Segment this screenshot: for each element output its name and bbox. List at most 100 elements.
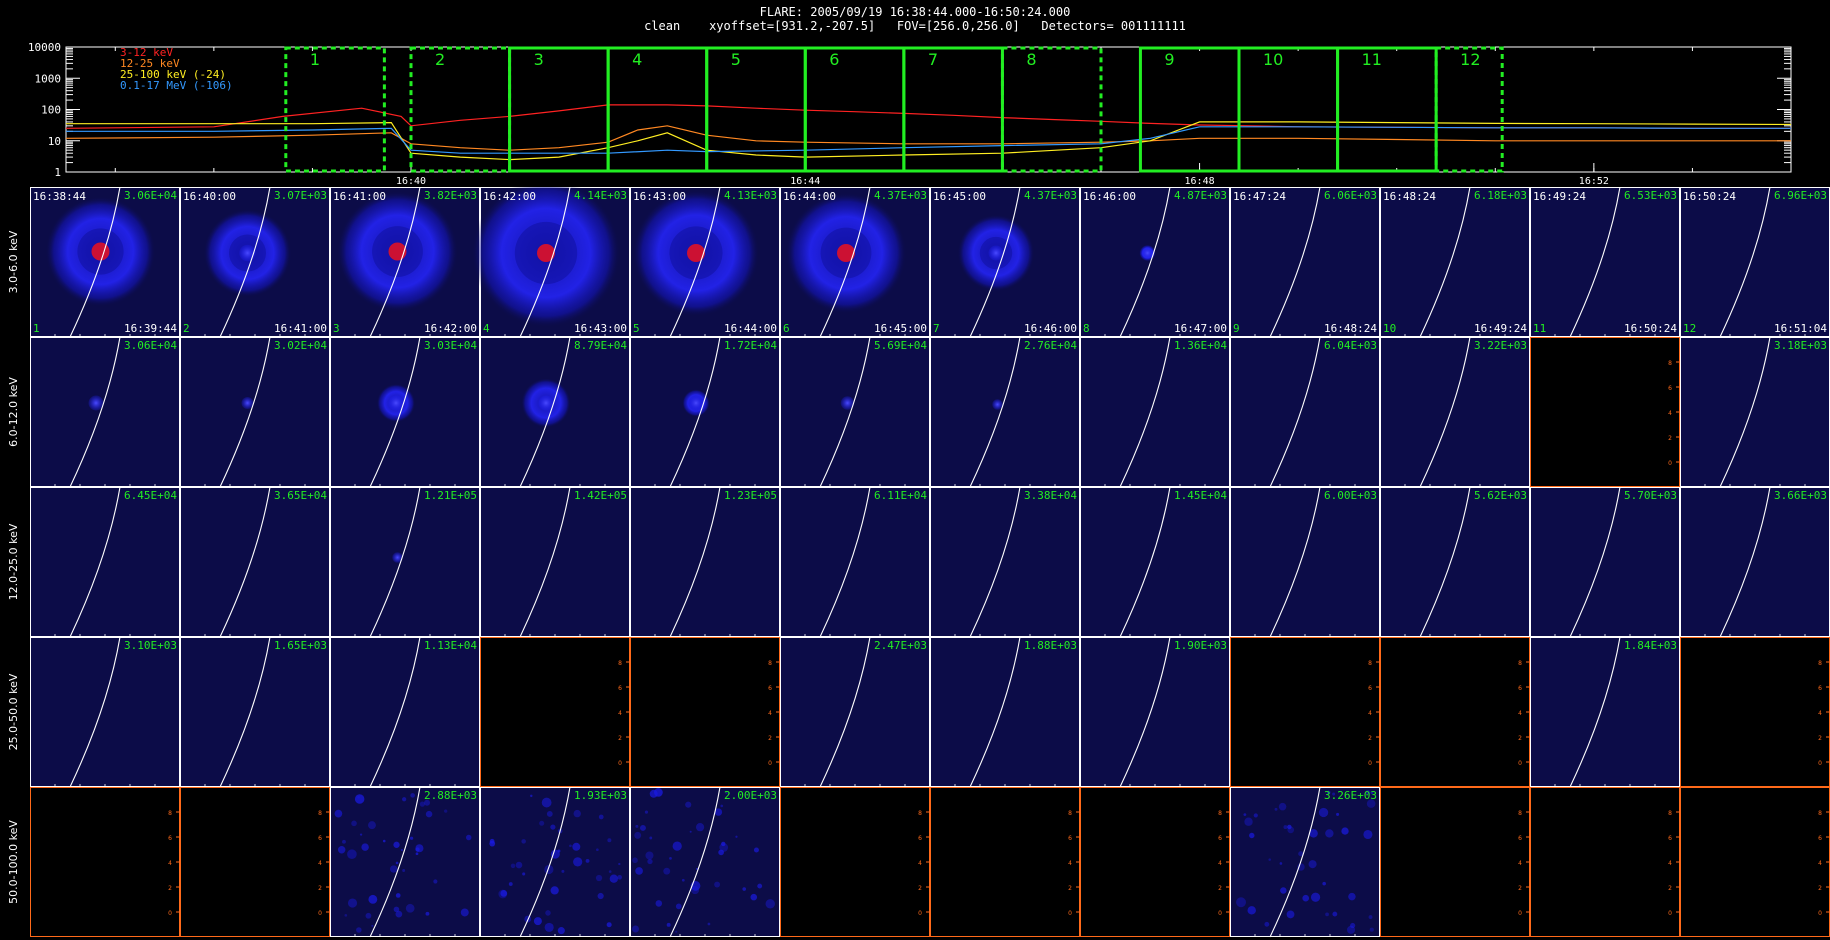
- empty-panel-tick-label: 0: [318, 910, 322, 917]
- image-panel: 1.84E+03: [1530, 636, 1680, 788]
- noise-speckle: [395, 910, 403, 918]
- image-panel: 3.03E+04: [330, 336, 480, 488]
- empty-panel-tick-label: 2: [1068, 885, 1072, 892]
- title-line-2: clean xyoffset=[931.2,-207.5] FOV=[256.0…: [644, 19, 1186, 33]
- noise-speckle: [1244, 817, 1253, 826]
- empty-panel-tick-label: 8: [1518, 660, 1522, 667]
- image-panel: 4.87E+03 16:46:00 16:47:00 8: [1080, 187, 1230, 338]
- panel-index: 10: [1383, 322, 1396, 335]
- time-window-label: 7: [928, 50, 938, 69]
- time-window: [1237, 46, 1340, 173]
- panel-index: 12: [1683, 322, 1696, 335]
- empty-panel: [1680, 787, 1830, 937]
- panel-max-value: 2.47E+03: [874, 639, 927, 652]
- panel-end-time: 16:41:00: [274, 322, 327, 335]
- noise-speckle: [515, 861, 523, 869]
- noise-speckle: [1280, 887, 1287, 894]
- empty-panel-tick-label: 2: [1818, 885, 1822, 892]
- image-panel: 6.96E+03 16:50:24 16:51:04 12: [1680, 187, 1830, 338]
- noise-speckle: [347, 849, 357, 860]
- empty-panel-tick-label: 6: [1068, 835, 1072, 842]
- panel-background: [30, 637, 180, 787]
- empty-panel-tick-label: 0: [1068, 910, 1072, 917]
- panel-start-time: 16:42:00: [483, 190, 536, 203]
- panel-max-value: 2.00E+03: [724, 789, 777, 802]
- noise-speckle: [402, 797, 407, 802]
- noise-speckle: [371, 924, 374, 927]
- noise-speckle: [645, 851, 654, 860]
- panel-max-value: 6.00E+03: [1324, 489, 1377, 502]
- panel-max-value: 1.84E+03: [1624, 639, 1677, 652]
- noise-speckle: [1336, 812, 1340, 816]
- noise-speckle: [632, 857, 638, 864]
- noise-speckle: [647, 858, 653, 865]
- flare-source: [992, 399, 1003, 410]
- noise-speckle: [541, 797, 552, 808]
- flare-source-red: [537, 244, 555, 262]
- noise-speckle: [735, 835, 738, 838]
- image-panel: 1.42E+05: [480, 486, 630, 638]
- noise-speckle: [521, 839, 526, 844]
- flare-source-red: [91, 242, 110, 261]
- empty-panel: [480, 637, 630, 787]
- panel-max-value: 3.18E+03: [1774, 339, 1827, 352]
- noise-speckle: [608, 870, 612, 873]
- panel-max-value: 6.53E+03: [1624, 189, 1677, 202]
- noise-speckle: [690, 886, 700, 895]
- empty-panel-tick-label: 0: [1218, 910, 1222, 917]
- noise-speckle: [597, 892, 604, 900]
- image-panel: 3.07E+03 16:40:00 16:41:00 2: [180, 187, 330, 338]
- empty-panel: [930, 787, 1080, 937]
- noise-speckle: [1325, 829, 1334, 838]
- panel-max-value: 3.10E+03: [124, 639, 177, 652]
- image-panel: 4.13E+03 16:43:00 16:44:00 5: [630, 187, 780, 338]
- time-window-label: 6: [829, 50, 839, 69]
- noise-speckle: [634, 831, 642, 839]
- empty-panel-tick-label: 2: [1818, 735, 1822, 742]
- empty-panel-tick-label: 2: [1368, 735, 1372, 742]
- empty-panel-tick-label: 8: [318, 810, 322, 817]
- image-panel: 6.53E+03 16:49:24 16:50:24 11: [1530, 187, 1680, 338]
- empty-panel-tick-label: 0: [1818, 910, 1822, 917]
- noise-speckle: [545, 910, 551, 916]
- panel-background: [480, 487, 630, 637]
- panel-max-value: 1.45E+04: [1174, 489, 1227, 502]
- panel-max-value: 6.45E+04: [124, 489, 177, 502]
- empty-panel: [1380, 637, 1530, 787]
- empty-panel-tick-label: 6: [1518, 685, 1522, 692]
- y-tick-label: 1000: [35, 72, 62, 85]
- noise-speckle: [765, 899, 775, 909]
- panel-max-value: 1.21E+05: [424, 489, 477, 502]
- noise-speckle: [419, 801, 425, 807]
- noise-speckle: [1363, 829, 1373, 840]
- panel-max-value: 3.38E+04: [1024, 489, 1077, 502]
- time-window-label: 11: [1362, 50, 1382, 69]
- empty-panel: [1530, 337, 1680, 487]
- noise-speckle: [666, 922, 671, 927]
- noise-speckle: [359, 833, 363, 836]
- noise-speckle: [510, 863, 516, 869]
- panel-background: [1080, 637, 1230, 787]
- noise-speckle: [544, 922, 554, 932]
- panel-background: [1530, 487, 1680, 637]
- panel-max-value: 3.06E+04: [124, 189, 177, 202]
- image-panel: 0 2 4 6 8: [180, 787, 330, 937]
- image-panel: 0 2 4 6 8: [1530, 337, 1680, 487]
- flare-source-red: [837, 244, 855, 262]
- noise-speckle: [337, 845, 346, 854]
- noise-speckle: [1322, 881, 1326, 886]
- panel-start-time: 16:45:00: [933, 190, 986, 203]
- panel-max-value: 3.65E+04: [274, 489, 327, 502]
- panel-max-value: 4.37E+03: [1024, 189, 1077, 202]
- image-panel: 0 2 4 6 8: [1680, 637, 1830, 787]
- panel-max-value: 1.65E+03: [274, 639, 327, 652]
- noise-speckle: [365, 912, 372, 919]
- empty-panel-tick-label: 4: [1518, 710, 1522, 717]
- panel-background: [1680, 187, 1830, 337]
- panel-max-value: 1.90E+03: [1174, 639, 1227, 652]
- empty-panel-tick-label: 4: [618, 710, 622, 717]
- image-panel: 3.22E+03: [1380, 336, 1530, 488]
- image-panel: 0 2 4 6 8: [1380, 637, 1530, 787]
- noise-speckle: [649, 789, 658, 798]
- empty-panel-tick-label: 6: [1218, 835, 1222, 842]
